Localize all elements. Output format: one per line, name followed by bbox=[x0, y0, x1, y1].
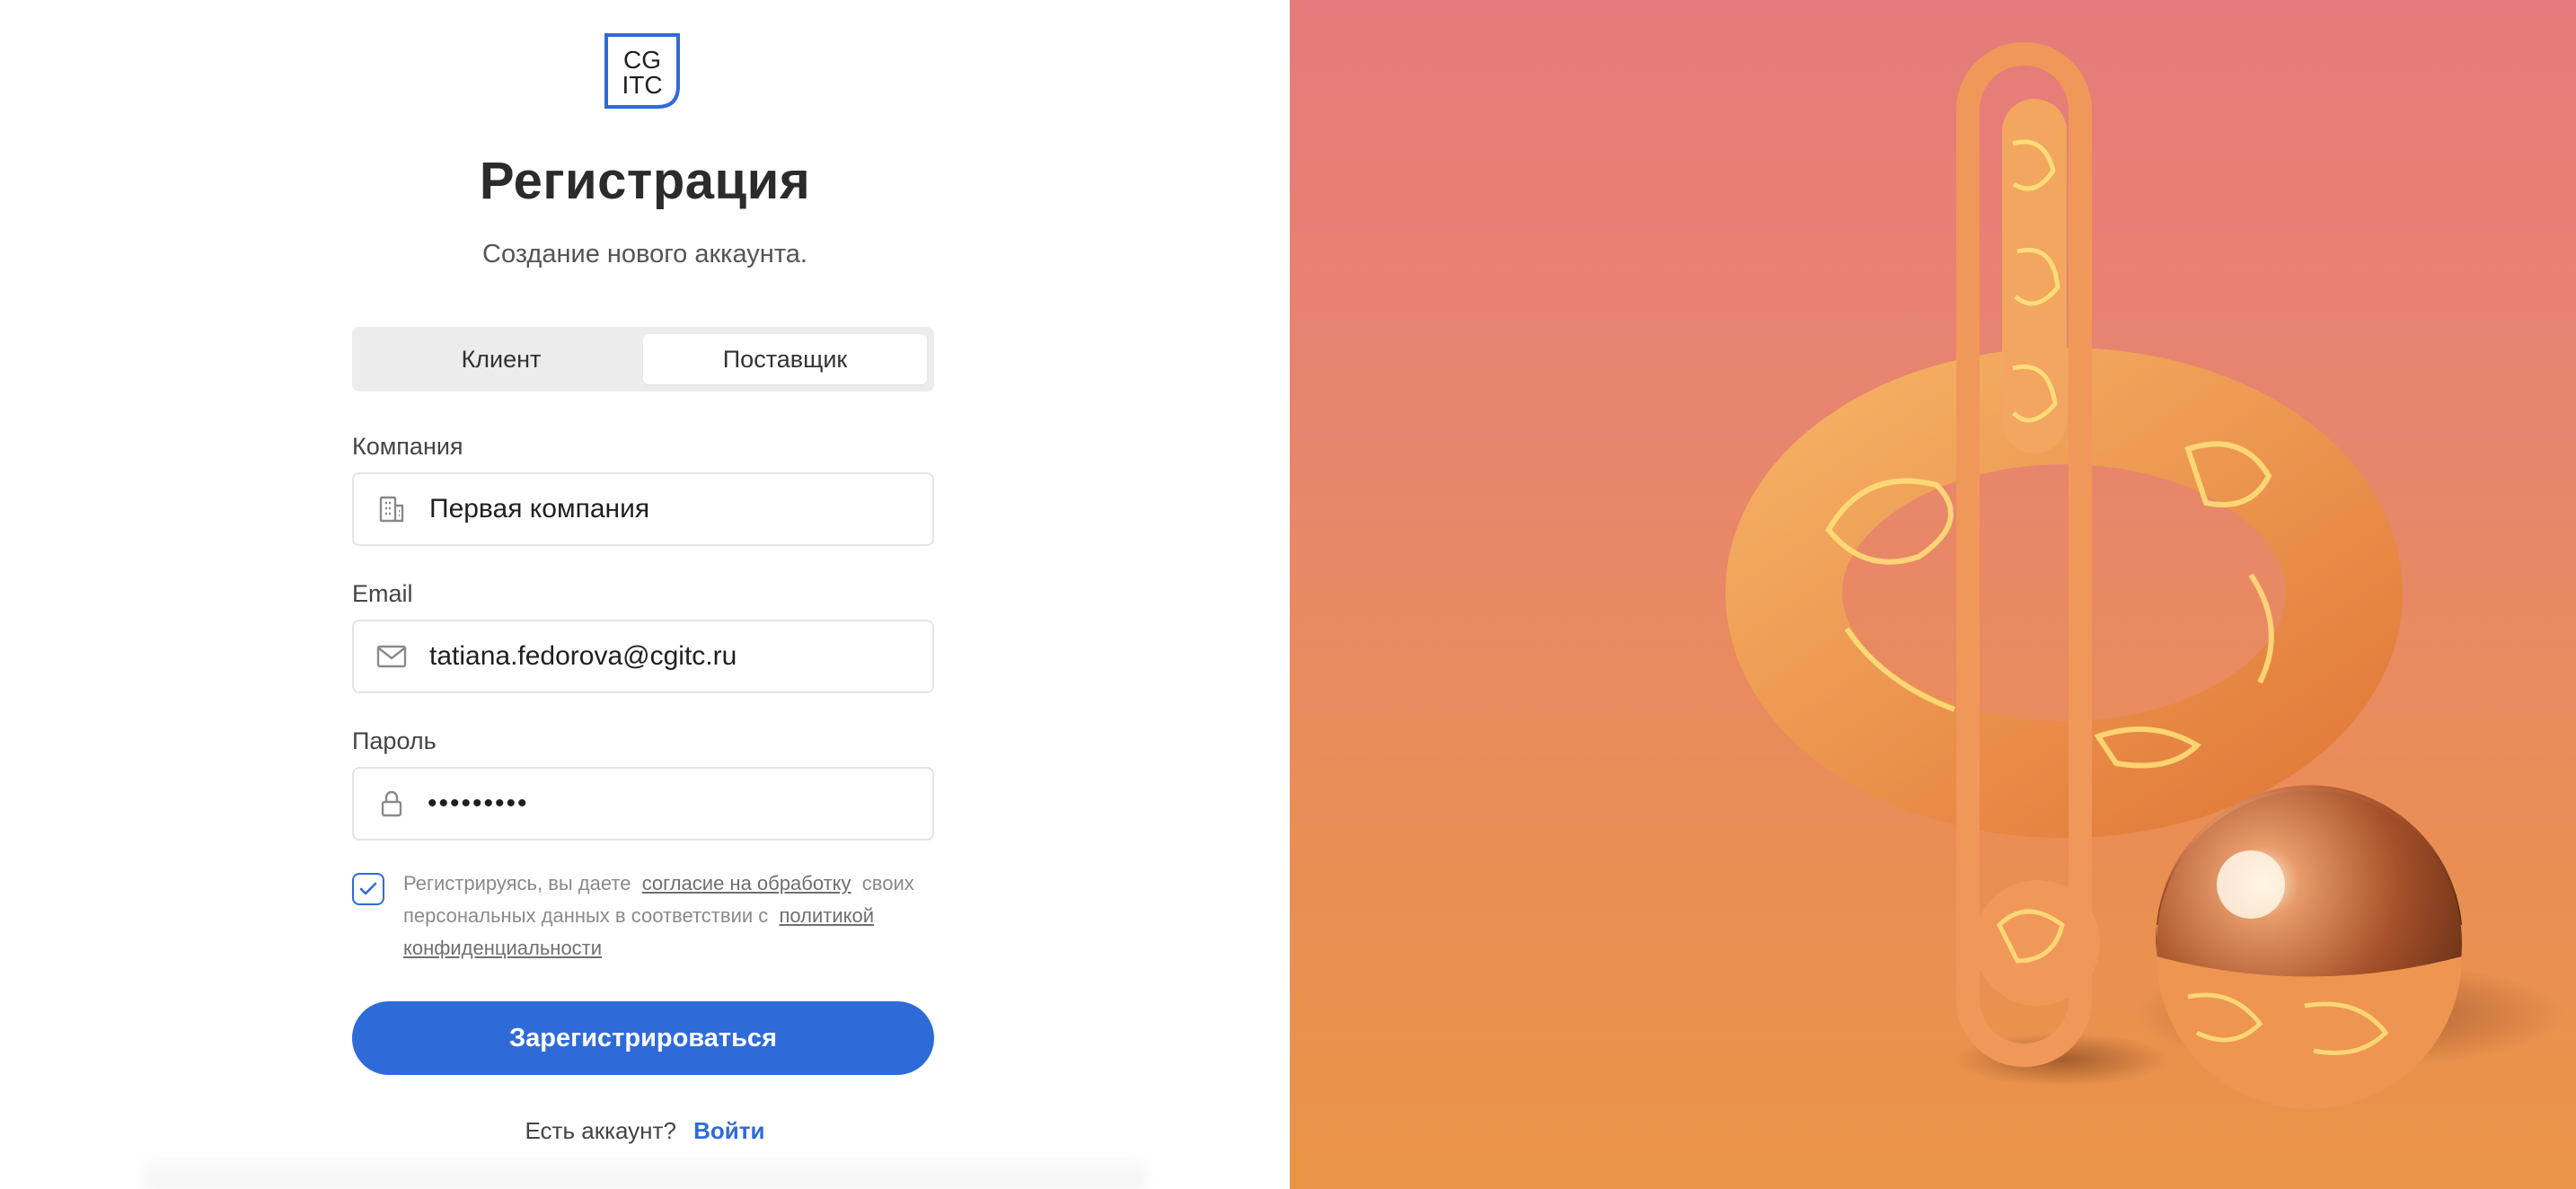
cgitc-logo: CG ITC bbox=[604, 33, 680, 109]
tab-client[interactable]: Клиент bbox=[359, 334, 643, 384]
password-field[interactable]: ••••••••• bbox=[352, 767, 934, 841]
page-subtitle: Создание нового аккаунта. bbox=[482, 240, 807, 269]
svg-text:CG: CG bbox=[623, 46, 661, 74]
page-title: Регистрация bbox=[479, 152, 811, 210]
email-field[interactable] bbox=[352, 620, 934, 693]
svg-text:ITC: ITC bbox=[622, 71, 662, 99]
mail-icon bbox=[374, 639, 410, 674]
login-prompt: Есть аккаунт? Войти bbox=[525, 1117, 765, 1144]
music-note-illustration bbox=[1725, 42, 2565, 1109]
building-icon bbox=[374, 491, 410, 527]
consent-checkbox[interactable] bbox=[352, 873, 384, 905]
hero-illustration bbox=[1290, 0, 2576, 1189]
password-label: Пароль bbox=[352, 727, 437, 754]
registration-panel: CG ITC Регистрация Создание нового аккау… bbox=[0, 0, 1290, 1189]
login-link[interactable]: Войти bbox=[693, 1117, 764, 1144]
company-label: Компания bbox=[352, 433, 463, 460]
checkmark-icon bbox=[359, 882, 377, 895]
email-label: Email bbox=[352, 580, 413, 607]
register-button[interactable]: Зарегистрироваться bbox=[352, 1001, 934, 1075]
account-type-switch: Клиент Поставщик bbox=[352, 327, 934, 392]
consent-text: Регистрируясь, вы даете согласие на обра… bbox=[403, 872, 914, 959]
company-field[interactable] bbox=[352, 472, 934, 546]
lock-icon bbox=[374, 786, 410, 822]
tab-supplier[interactable]: Поставщик bbox=[643, 334, 927, 384]
password-input[interactable]: ••••••••• bbox=[428, 788, 932, 819]
company-input[interactable] bbox=[428, 493, 932, 525]
consent-processing-link[interactable]: согласие на обработку bbox=[642, 872, 851, 894]
email-input[interactable] bbox=[428, 640, 932, 673]
